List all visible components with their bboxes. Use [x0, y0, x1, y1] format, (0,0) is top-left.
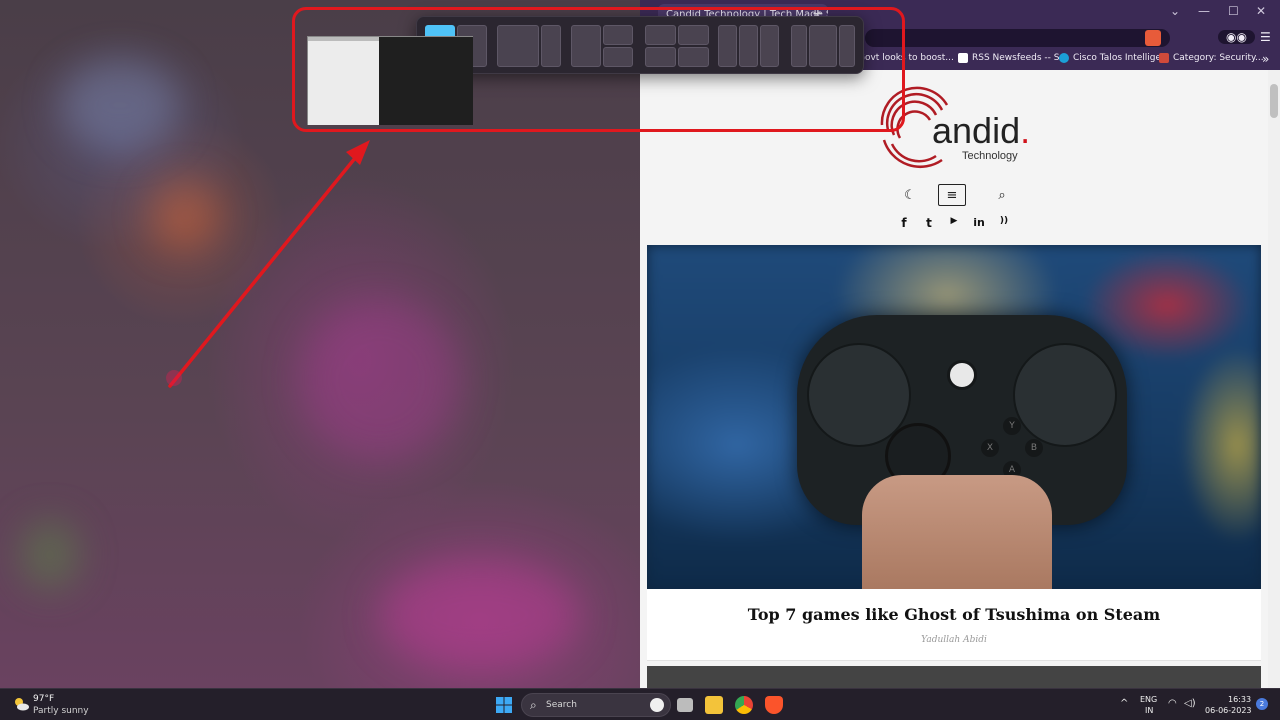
browser-menu-icon[interactable]: ☰ — [1260, 30, 1271, 44]
web-page: andid. Technology ☾ ≡ ⌕ f t ▶ in )) Y B … — [640, 70, 1268, 688]
controller-button-b: B — [1025, 439, 1043, 457]
taskbar: 97°F Partly sunny ⌕ Search ^ ENG IN ◠ ◁)… — [0, 688, 1280, 720]
article-title[interactable]: Top 7 games like Ghost of Tsushima on St… — [647, 605, 1261, 624]
maximize-button[interactable]: ☐ — [1228, 4, 1239, 18]
rss-icon[interactable]: )) — [996, 216, 1012, 226]
search-icon[interactable]: ⌕ — [988, 184, 1016, 206]
bookmark-item[interactable]: Cisco Talos Intellige... — [1059, 53, 1170, 63]
article-hero-image[interactable]: Y B X A — [647, 245, 1261, 589]
file-explorer-icon[interactable] — [705, 696, 723, 714]
scrollbar-thumb[interactable] — [1270, 84, 1278, 118]
rss-favicon-icon — [958, 53, 968, 63]
blur-blob — [300, 300, 460, 460]
youtube-icon[interactable]: ▶ — [946, 216, 962, 226]
hamburger-menu-icon[interactable]: ≡ — [938, 184, 966, 206]
volume-icon[interactable]: ◁) — [1184, 698, 1196, 709]
blur-blob — [20, 520, 80, 590]
weather-description[interactable]: Partly sunny — [33, 706, 89, 716]
bookmark-label: Category: Security... — [1173, 53, 1264, 63]
partly-sunny-icon[interactable] — [12, 695, 30, 713]
right-trackpad — [1013, 343, 1117, 447]
weather-temperature[interactable]: 97°F — [33, 694, 54, 704]
twitter-icon[interactable]: t — [921, 216, 937, 230]
controller-button-y: Y — [1003, 417, 1021, 435]
close-window-button[interactable]: ✕ — [1256, 4, 1266, 18]
clock-date[interactable]: 06-06-2023 — [1205, 706, 1252, 715]
wifi-icon[interactable]: ◠ — [1168, 698, 1177, 709]
hand-image — [862, 475, 1052, 589]
security-favicon-icon — [1159, 53, 1169, 63]
windows-start-icon[interactable] — [495, 696, 513, 714]
bookmark-item[interactable]: Category: Security... — [1159, 53, 1264, 63]
bookmark-item[interactable]: RSS Newsfeeds -- S... — [958, 53, 1068, 63]
next-article-image[interactable] — [647, 666, 1261, 688]
steam-logo-icon — [947, 360, 977, 390]
site-nav: ☾ ≡ ⌕ — [640, 184, 1268, 208]
address-bar[interactable] — [865, 29, 1170, 47]
search-icon: ⌕ — [530, 698, 537, 712]
minimize-button[interactable]: — — [1198, 4, 1210, 18]
search-label: Search — [546, 700, 577, 710]
blur-blob — [380, 560, 580, 670]
private-window-icon[interactable]: ◉◉ — [1218, 30, 1255, 44]
logo-subtitle: Technology — [962, 150, 1018, 162]
cisco-favicon-icon — [1059, 53, 1069, 63]
task-view-icon[interactable] — [677, 698, 693, 712]
annotation-highlight-box — [292, 7, 905, 132]
brave-browser-icon[interactable] — [765, 696, 783, 714]
article-card[interactable]: Top 7 games like Ghost of Tsushima on St… — [647, 589, 1261, 661]
bookmark-label: Cisco Talos Intellige... — [1073, 53, 1170, 63]
bookmarks-more-icon[interactable]: » — [1262, 52, 1269, 66]
bing-icon[interactable] — [650, 698, 664, 712]
linkedin-icon[interactable]: in — [971, 216, 987, 229]
language-region[interactable]: IN — [1145, 706, 1153, 715]
blur-blob — [150, 180, 220, 250]
tray-overflow-icon[interactable]: ^ — [1120, 698, 1128, 709]
brave-menu-chevron-icon[interactable]: ⌄ — [1170, 4, 1180, 18]
controller-button-x: X — [981, 439, 999, 457]
brave-shield-icon[interactable] — [1145, 30, 1161, 46]
language-code[interactable]: ENG — [1140, 695, 1157, 704]
article-author[interactable]: Yadullah Abidi — [647, 635, 1261, 645]
clock-time[interactable]: 16:33 — [1228, 695, 1251, 704]
dark-mode-icon[interactable]: ☾ — [896, 184, 924, 206]
chrome-icon[interactable] — [735, 696, 753, 714]
logo-wordmark: andid. — [932, 110, 1030, 152]
notification-badge[interactable]: 2 — [1256, 698, 1268, 710]
blur-blob — [60, 60, 180, 150]
logo-dot: . — [1020, 110, 1031, 151]
page-scrollbar[interactable] — [1268, 70, 1280, 688]
bookmark-label: RSS Newsfeeds -- S... — [972, 53, 1069, 63]
logo-text: andid — [932, 110, 1021, 151]
taskbar-search-box[interactable]: ⌕ Search — [521, 693, 671, 717]
facebook-icon[interactable]: f — [896, 216, 912, 230]
